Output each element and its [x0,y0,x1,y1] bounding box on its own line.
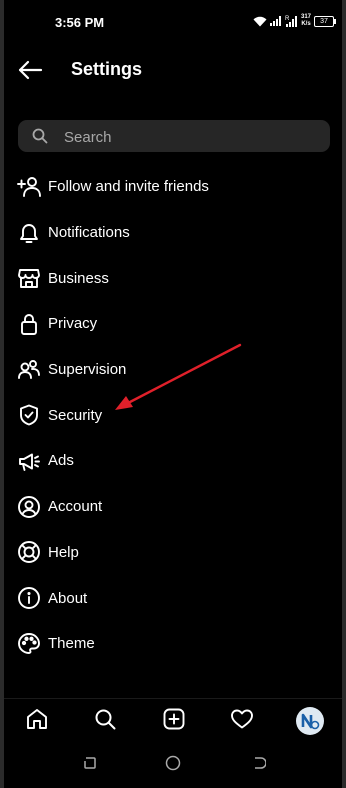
recent-apps-button[interactable] [81,756,99,774]
settings-screen: 3:56 PM R 317 K/s 37 Settings Search Fol… [4,0,342,788]
nav-create-button[interactable] [160,707,188,735]
menu-item-follow-invite[interactable]: Follow and invite friends [4,164,342,210]
wifi-icon [253,16,267,27]
menu-item-label: About [48,589,88,607]
menu-item-account[interactable]: Account [4,484,342,530]
menu-item-label: Notifications [48,224,130,242]
create-post-icon [162,707,186,736]
lifebuoy-icon [16,539,42,565]
network-speed-unit: K/s [301,21,311,27]
back-icon [252,756,267,775]
add-person-icon [16,174,42,200]
bell-icon [16,220,42,246]
roaming-signal-icon: R [285,15,298,27]
nav-search-button[interactable] [91,707,119,735]
home-circle-icon [165,755,181,776]
menu-item-supervision[interactable]: Supervision [4,347,342,393]
palette-icon [16,631,42,657]
menu-item-about[interactable]: About [4,575,342,621]
menu-item-label: Supervision [48,361,127,379]
account-circle-icon [16,494,42,520]
profile-avatar[interactable] [296,707,324,735]
menu-item-label: Theme [48,635,95,653]
svg-text:R: R [285,16,290,22]
menu-item-label: Privacy [48,315,98,333]
menu-item-label: Account [48,498,103,516]
menu-item-label: Security [48,406,103,424]
menu-item-notifications[interactable]: Notifications [4,210,342,256]
network-speed: 317 K/s [301,14,311,28]
menu-item-security[interactable]: Security [4,392,342,438]
menu-item-business[interactable]: Business [4,255,342,301]
page-title: Settings [71,59,143,79]
people-icon [16,357,42,383]
settings-menu: Follow and invite friends Notifications … [4,164,342,667]
system-back-button[interactable] [250,756,268,774]
menu-item-ads[interactable]: Ads [4,438,342,484]
bottom-navigation [4,698,342,743]
shop-icon [16,265,42,291]
menu-item-label: Business [48,269,109,287]
search-input[interactable] [62,120,316,154]
arrow-left-icon [16,60,44,88]
heart-icon [230,707,254,736]
network-speed-value: 317 [300,14,311,20]
nav-activity-button[interactable] [228,707,256,735]
status-bar: 3:56 PM R 317 K/s 37 [4,0,342,46]
menu-item-help[interactable]: Help [4,530,342,576]
system-navigation-bar [4,742,342,788]
search-icon [93,707,117,736]
menu-item-label: Help [48,543,79,561]
back-button[interactable] [16,56,44,84]
status-time: 3:56 PM [55,15,105,30]
menu-item-theme[interactable]: Theme [4,621,342,667]
megaphone-icon [16,448,42,474]
nav-home-button[interactable] [23,707,51,735]
signal-icon [269,16,282,26]
menu-item-label: Follow and invite friends [48,178,209,196]
lock-icon [16,311,42,337]
search-icon [32,128,48,149]
shield-check-icon [16,402,42,428]
battery-indicator: 37 [314,15,336,27]
status-icons: R 317 K/s 37 [253,14,336,28]
home-icon [25,707,49,736]
menu-item-label: Ads [48,452,74,470]
search-bar[interactable] [18,120,330,154]
header: Settings [4,50,342,90]
recent-apps-icon [83,756,97,775]
system-home-button[interactable] [164,755,182,776]
info-icon [16,585,42,611]
menu-item-privacy[interactable]: Privacy [4,301,342,347]
